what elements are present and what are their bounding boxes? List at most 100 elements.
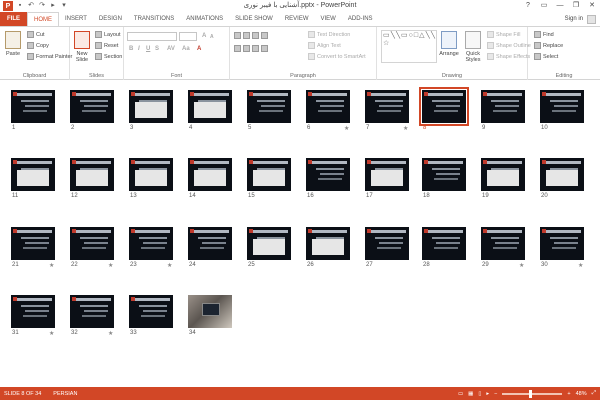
slide-thumbnail[interactable] [11, 295, 55, 328]
transition-icon[interactable]: ★ [403, 125, 408, 132]
quick-styles-icon[interactable] [465, 31, 481, 49]
slide-thumbnail[interactable] [365, 158, 409, 191]
tab-animations[interactable]: ANIMATIONS [180, 12, 229, 26]
select-button[interactable]: Select [534, 53, 558, 60]
new-slide-icon[interactable] [74, 31, 90, 49]
align-text-button[interactable]: Align Text [308, 42, 341, 49]
slide-thumbnail[interactable] [247, 90, 291, 123]
find-button[interactable]: Find [534, 31, 554, 38]
avatar[interactable] [587, 14, 596, 24]
shrink-font-button[interactable]: A [210, 34, 214, 40]
transition-icon[interactable]: ★ [519, 262, 524, 269]
redo-icon[interactable]: ↷ [38, 2, 46, 10]
slide-thumbnail[interactable] [422, 158, 466, 191]
transition-icon[interactable]: ★ [167, 262, 172, 269]
slide-thumbnail[interactable] [11, 227, 55, 260]
zoom-in-icon[interactable]: + [567, 391, 570, 397]
convert-smartart-button[interactable]: Convert to SmartArt [308, 53, 366, 60]
tab-design[interactable]: DESIGN [93, 12, 128, 26]
slide-thumbnail[interactable] [188, 227, 232, 260]
arrange-button[interactable]: Arrange [435, 51, 463, 57]
shape-effects-button[interactable]: Shape Effects [487, 53, 530, 60]
slide-thumbnail[interactable] [70, 90, 114, 123]
ribbon-display-options-button[interactable]: ▭ [536, 0, 552, 11]
section-button[interactable]: Section [95, 53, 122, 60]
transition-icon[interactable]: ★ [49, 262, 54, 269]
slide-thumbnail[interactable] [306, 90, 350, 123]
shape-outline-button[interactable]: Shape Outline [487, 42, 531, 49]
zoom-level[interactable]: 48% [576, 391, 587, 397]
transition-icon[interactable]: ★ [49, 330, 54, 337]
slide-thumbnail[interactable] [129, 295, 173, 328]
slide-thumbnail[interactable] [365, 90, 409, 123]
tab-transitions[interactable]: TRANSITIONS [128, 12, 180, 26]
font-name-box[interactable] [127, 32, 177, 41]
help-button[interactable]: ? [520, 0, 536, 11]
start-slideshow-icon[interactable]: ▸ [49, 2, 57, 10]
slide-thumbnail[interactable] [540, 158, 584, 191]
slide-thumbnail[interactable] [365, 227, 409, 260]
zoom-slider-thumb[interactable] [529, 389, 533, 398]
slide-thumbnail[interactable] [306, 158, 350, 191]
slideshow-view-icon[interactable]: ▸ [486, 391, 489, 397]
copy-button[interactable]: Copy [27, 42, 49, 49]
transition-icon[interactable]: ★ [108, 330, 113, 337]
slide-thumbnail[interactable] [481, 227, 525, 260]
powerpoint-logo-icon[interactable]: P [3, 1, 13, 11]
replace-button[interactable]: Replace [534, 42, 563, 49]
tab-file[interactable]: FILE [0, 12, 27, 26]
slide-thumbnail[interactable] [419, 87, 469, 126]
transition-icon[interactable]: ★ [344, 125, 349, 132]
slide-thumbnail[interactable] [70, 158, 114, 191]
tab-insert[interactable]: INSERT [59, 12, 93, 26]
slide-thumbnail[interactable] [70, 295, 114, 328]
slide-thumbnail[interactable] [247, 227, 291, 260]
slide-thumbnail[interactable] [188, 90, 232, 123]
close-button[interactable]: ✕ [584, 0, 600, 11]
shape-fill-button[interactable]: Shape Fill [487, 31, 520, 38]
fit-slide-icon[interactable]: ⤢ [592, 390, 596, 397]
zoom-out-icon[interactable]: − [494, 391, 497, 397]
language-indicator[interactable]: PERSIAN [53, 391, 77, 397]
bullets-button[interactable] [234, 32, 268, 39]
tab-home[interactable]: HOME [27, 12, 59, 26]
change-case-button[interactable]: Aa [182, 46, 190, 52]
paste-button[interactable]: Paste [2, 51, 24, 57]
slide-thumbnail[interactable] [129, 227, 173, 260]
slide-thumbnail[interactable] [540, 227, 584, 260]
tab-review[interactable]: REVIEW [279, 12, 315, 26]
slide-sorter-view-icon[interactable]: ▦ [468, 391, 473, 397]
slide-thumbnail[interactable] [188, 158, 232, 191]
shapes-gallery[interactable]: ▭╲╲▭○□△╲╲⌐⌐◇⬠▷{}☆ [381, 30, 437, 63]
slide-thumbnail[interactable] [129, 90, 173, 123]
font-color-button[interactable]: A [197, 46, 201, 52]
tab-slide-show[interactable]: SLIDE SHOW [229, 12, 279, 26]
reset-button[interactable]: Reset [95, 42, 118, 49]
slide-thumbnail[interactable] [247, 158, 291, 191]
tab-view[interactable]: VIEW [315, 12, 342, 26]
font-size-box[interactable] [179, 32, 197, 41]
slide-thumbnail[interactable] [11, 90, 55, 123]
reading-view-icon[interactable]: ▯ [478, 391, 481, 397]
customize-qat-icon[interactable]: ▾ [60, 2, 68, 10]
quick-styles-button[interactable]: Quick Styles [461, 51, 485, 63]
minimize-button[interactable]: — [552, 0, 568, 11]
slide-thumbnail[interactable] [188, 295, 232, 328]
slide-thumbnail[interactable] [481, 158, 525, 191]
text-direction-button[interactable]: Text Direction [308, 31, 350, 38]
strikethrough-button[interactable]: S [155, 46, 159, 52]
save-icon[interactable]: ▪ [16, 2, 24, 10]
restore-button[interactable]: ❐ [568, 0, 584, 11]
slide-thumbnail[interactable] [11, 158, 55, 191]
undo-icon[interactable]: ↶ [27, 2, 35, 10]
paste-icon[interactable] [5, 31, 21, 49]
alignment-buttons[interactable] [234, 45, 268, 52]
underline-button[interactable]: U [146, 46, 150, 52]
slide-thumbnail[interactable] [129, 158, 173, 191]
bold-button[interactable]: B [129, 46, 133, 52]
slide-thumbnail[interactable] [422, 227, 466, 260]
transition-icon[interactable]: ★ [108, 262, 113, 269]
transition-icon[interactable]: ★ [578, 262, 583, 269]
layout-button[interactable]: Layout [95, 31, 121, 38]
cut-button[interactable]: Cut [27, 31, 45, 38]
